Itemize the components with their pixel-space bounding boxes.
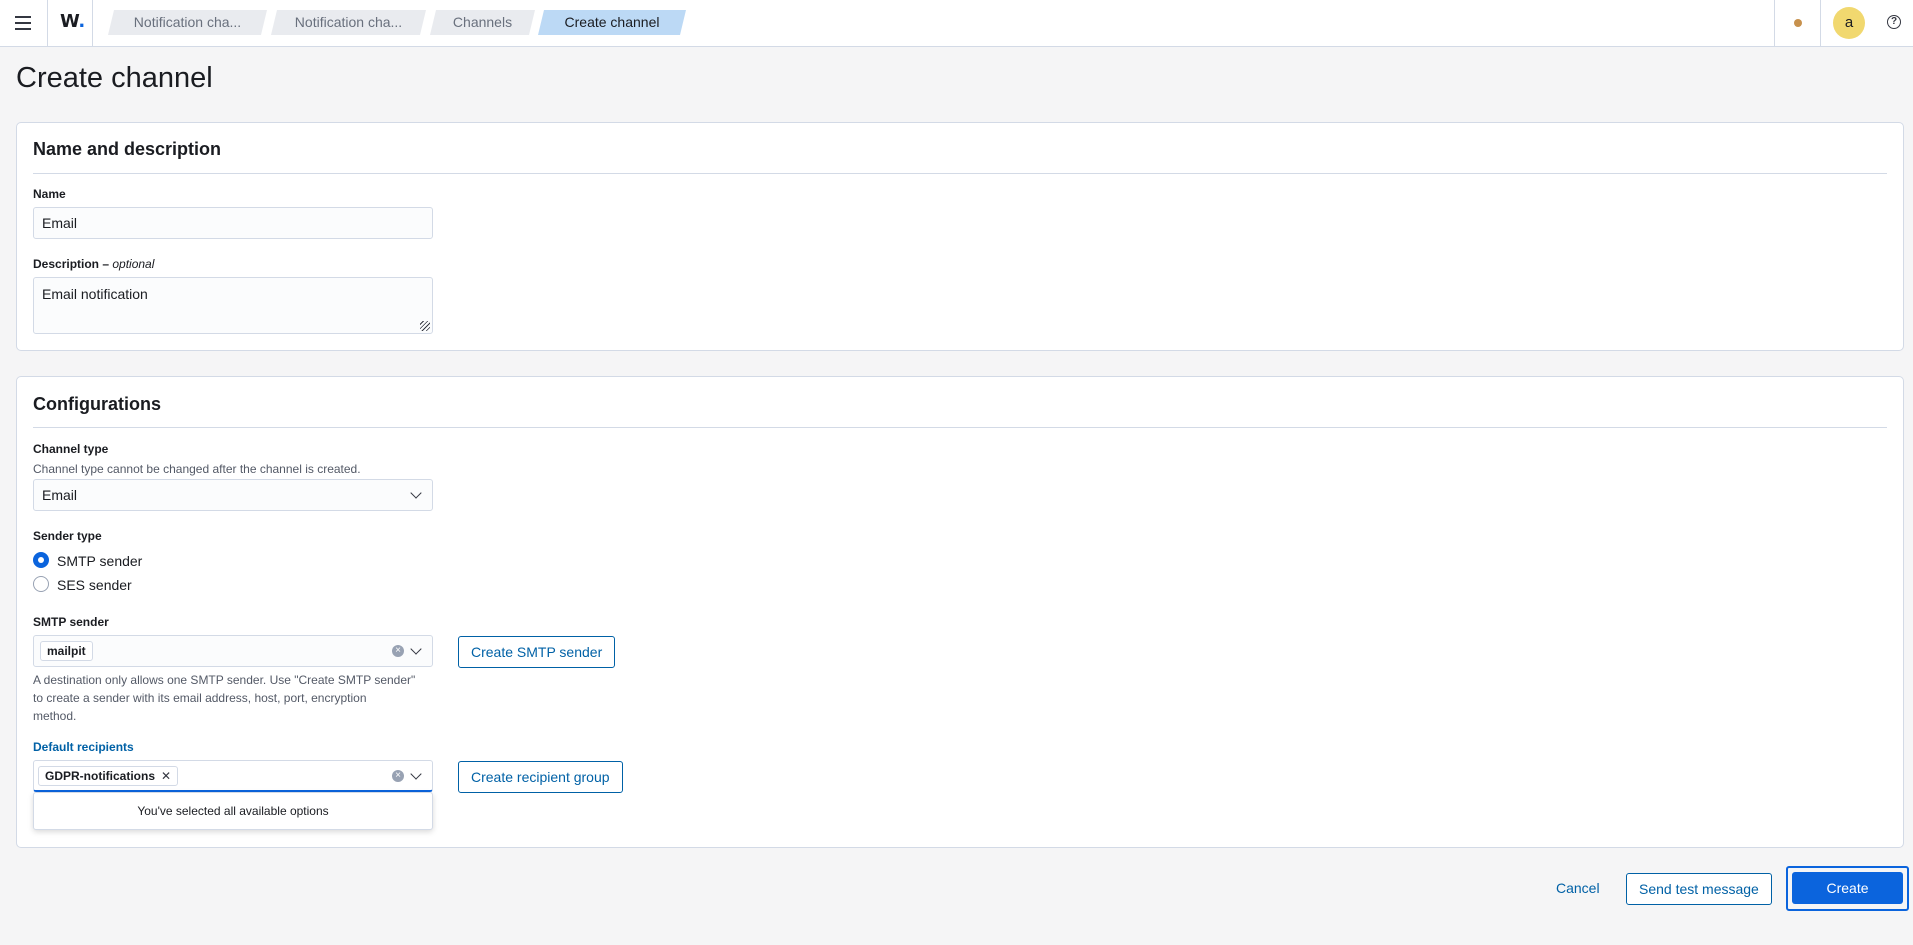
- avatar[interactable]: a: [1833, 7, 1865, 39]
- create-recipient-group-button[interactable]: Create recipient group: [458, 761, 623, 793]
- smtp-sender-chip: mailpit: [40, 641, 93, 661]
- create-button[interactable]: Create: [1792, 872, 1903, 904]
- divider: [1820, 0, 1821, 47]
- description-textarea-value: Email notification: [42, 286, 148, 302]
- help-icon[interactable]: ?: [1887, 15, 1901, 29]
- chevron-down-icon[interactable]: [410, 768, 422, 780]
- breadcrumb-notification-channels-2[interactable]: Notification cha...: [271, 10, 426, 35]
- breadcrumb-create-channel: Create channel: [538, 10, 686, 35]
- channel-type-value: Email: [42, 487, 78, 503]
- ses-sender-radio[interactable]: [33, 576, 49, 592]
- status-dot-icon[interactable]: [1794, 19, 1802, 27]
- configurations-panel: Configurations Channel type Channel type…: [16, 376, 1904, 848]
- name-input[interactable]: Email: [33, 207, 433, 239]
- smtp-sender-label: SMTP sender: [33, 615, 109, 629]
- send-test-message-button[interactable]: Send test message: [1626, 873, 1772, 905]
- smtp-sender-help-line-3: method.: [33, 709, 77, 723]
- smtp-sender-help-line-1: A destination only allows one SMTP sende…: [33, 673, 416, 687]
- app-logo: W.: [60, 11, 86, 32]
- divider: [33, 427, 1887, 428]
- name-input-value: Email: [42, 215, 78, 231]
- breadcrumb-notification-channels-1[interactable]: Notification cha...: [108, 10, 267, 35]
- name-description-panel: Name and description Name Email Descript…: [16, 122, 1904, 351]
- description-textarea[interactable]: Email notification: [33, 277, 433, 334]
- clear-icon[interactable]: ×: [392, 770, 404, 782]
- channel-type-label: Channel type: [33, 442, 109, 456]
- smtp-sender-radio-label[interactable]: SMTP sender: [57, 553, 142, 569]
- description-label: Description – optional: [33, 257, 155, 271]
- divider: [33, 173, 1887, 174]
- divider: [1774, 0, 1775, 47]
- recipient-chip: GDPR-notifications ✕: [38, 766, 179, 786]
- configurations-section-title: Configurations: [33, 394, 161, 414]
- chevron-down-icon[interactable]: [410, 643, 422, 655]
- smtp-sender-radio[interactable]: [33, 552, 49, 568]
- create-smtp-sender-button[interactable]: Create SMTP sender: [458, 636, 616, 668]
- optional-text: optional: [112, 257, 155, 271]
- channel-type-select[interactable]: Email: [33, 479, 433, 511]
- default-recipients-combobox[interactable]: GDPR-notifications ✕ ×: [33, 760, 433, 792]
- chevron-down-icon: [410, 487, 422, 499]
- name-label: Name: [33, 187, 66, 201]
- page-title: Create channel: [16, 62, 213, 94]
- breadcrumb-channels[interactable]: Channels: [430, 10, 535, 35]
- recipients-dropdown-message: You've selected all available options: [33, 792, 433, 830]
- default-recipients-label: Default recipients: [33, 740, 134, 754]
- clear-icon[interactable]: ×: [392, 645, 404, 657]
- remove-chip-icon[interactable]: ✕: [161, 769, 171, 783]
- resize-handle-icon[interactable]: [420, 321, 430, 331]
- sender-type-label: Sender type: [33, 529, 102, 543]
- logo-container[interactable]: W.: [47, 0, 93, 47]
- cancel-button[interactable]: Cancel: [1556, 880, 1600, 896]
- top-navigation-bar: W. Notification cha... Notification cha.…: [0, 0, 1913, 47]
- channel-type-help: Channel type cannot be changed after the…: [33, 462, 361, 476]
- name-section-title: Name and description: [33, 139, 222, 159]
- smtp-sender-help-line-2: to create a sender with its email addres…: [33, 691, 367, 705]
- ses-sender-radio-label[interactable]: SES sender: [57, 577, 132, 593]
- smtp-sender-combobox[interactable]: mailpit ×: [33, 635, 433, 667]
- menu-icon[interactable]: [12, 12, 34, 34]
